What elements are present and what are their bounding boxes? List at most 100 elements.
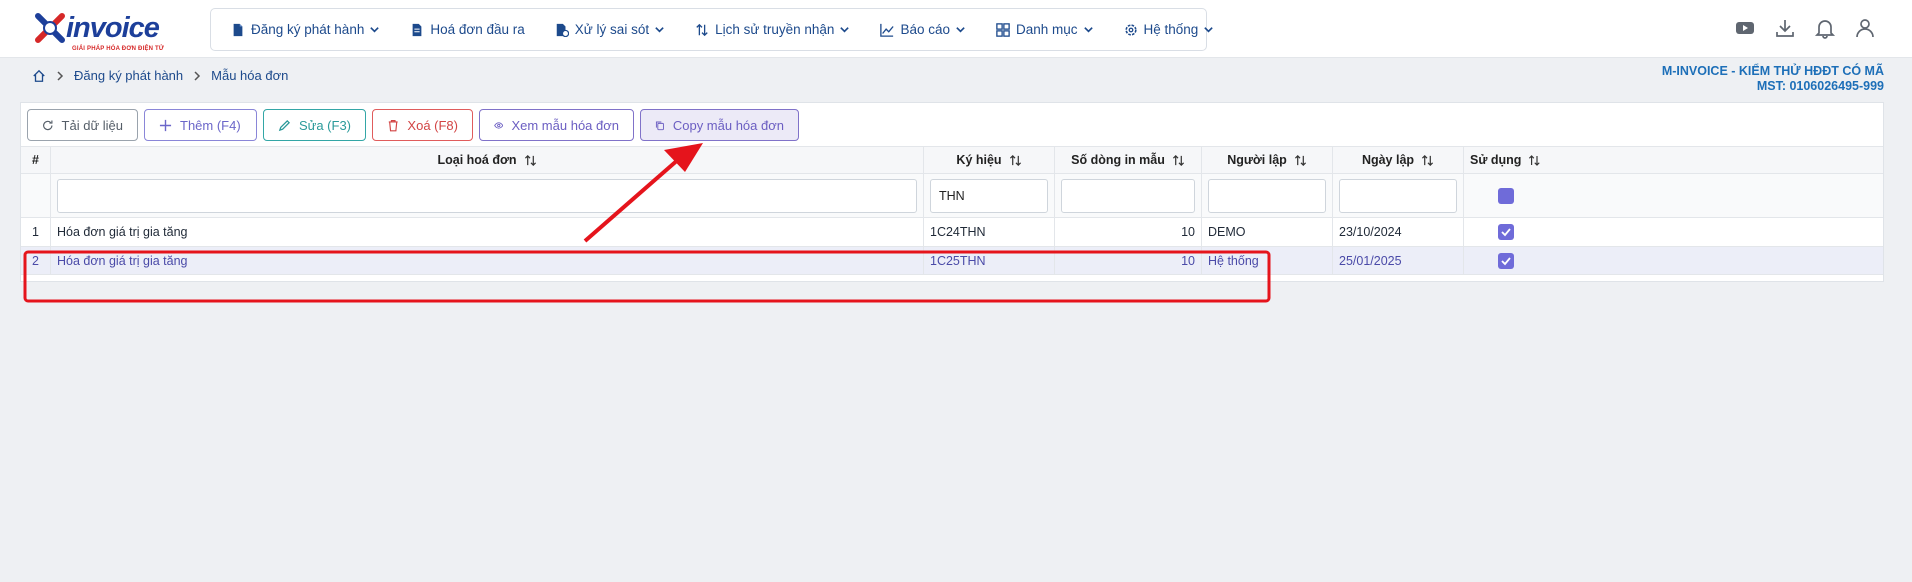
sort-icon [1009,154,1021,166]
annotation-overlay [23,143,1271,303]
in-use-checkbox[interactable] [1497,252,1514,269]
nav-label: Danh mục [1015,22,1078,37]
filter-lines-input[interactable] [1061,178,1195,213]
main-nav: Đăng ký phát hành Hoá đơn đầu ra Xử lý s… [210,8,1214,51]
header-label: Số dòng in mẫu [1071,153,1165,167]
column-header-type[interactable]: Loại hoá đơn [51,147,924,174]
logo-text: invoice [66,12,160,44]
chevron-down-icon [1083,27,1093,33]
cell-lines: 10 [1055,218,1202,247]
app-logo[interactable]: invoice GIẢI PHÁP HÓA ĐƠN ĐIỆN TỬ [32,10,172,52]
cell-lines: 10 [1055,247,1202,275]
filter-cell-date [1333,174,1464,218]
logo-tagline: GIẢI PHÁP HÓA ĐƠN ĐIỆN TỬ [72,46,165,52]
company-info: M-INVOICE - KIỂM THỬ HĐĐT CÓ MÃ MST: 010… [1662,64,1884,94]
table-header: # Loại hoá đơn Ký hiệu Số dòng in mẫu Ng… [21,146,1883,174]
company-name: M-INVOICE - KIỂM THỬ HĐĐT CÓ MÃ [1661,64,1884,78]
filter-date-input[interactable] [1339,178,1457,213]
nav-label: Lịch sử truyền nhận [715,22,835,37]
column-header-lines[interactable]: Số dòng in mẫu [1055,147,1202,174]
nav-item-transmission-history[interactable]: Lịch sử truyền nhận [695,22,850,37]
reload-button[interactable]: Tải dữ liệu [27,109,138,141]
chevron-down-icon [370,27,380,33]
check-icon [1500,256,1511,265]
download-icon[interactable] [1774,17,1796,39]
nav-item-catalog[interactable]: Danh mục [996,22,1094,37]
delete-button[interactable]: Xoá (F8) [372,109,473,141]
home-icon[interactable] [32,69,46,83]
cell-index: 2 [21,247,51,275]
add-label: Thêm (F4) [180,117,241,133]
nav-item-reports[interactable]: Báo cáo [880,22,966,37]
cell-index: 1 [21,218,51,247]
filter-row [21,174,1883,218]
filter-cell-symbol [924,174,1055,218]
nav-label: Xử lý sai sót [574,22,650,37]
sort-arrows-icon [696,23,708,36]
copy-template-label: Copy mẫu hóa đơn [672,117,784,133]
sort-icon [1172,154,1184,166]
column-header-index: # [21,147,51,174]
header-label: Loại hoá đơn [437,153,517,167]
chevron-right-icon [57,70,64,81]
header-label: Sử dụng [1470,153,1522,167]
edit-button[interactable]: Sửa (F3) [263,109,366,141]
plus-icon [159,119,172,131]
filter-cell-in-use [1464,174,1547,218]
nav-label: Hệ thống [1143,22,1199,37]
column-header-date[interactable]: Ngày lập [1333,147,1464,174]
chevron-down-icon [840,27,850,33]
bell-icon[interactable] [1814,17,1836,39]
content-panel: Tải dữ liệu Thêm (F4) Sửa (F3) Xoá (F8) … [20,102,1884,282]
eye-icon [494,121,504,129]
check-icon [1500,228,1511,237]
cell-date: 25/01/2025 [1333,247,1464,275]
table-row-selected[interactable]: 2 Hóa đơn giá trị gia tăng 1C25THN 10 Hệ… [21,247,1883,275]
document-edit-icon [556,23,569,37]
filter-in-use-checkbox[interactable] [1497,187,1514,204]
user-icon[interactable] [1854,17,1876,39]
sort-icon [524,154,536,166]
column-header-symbol[interactable]: Ký hiệu [924,147,1055,174]
cell-type: Hóa đơn giá trị gia tăng [51,247,924,275]
view-template-label: Xem mẫu hóa đơn [511,117,619,133]
chevron-down-icon [956,27,965,33]
add-button[interactable]: Thêm (F4) [144,109,257,141]
nav-item-system[interactable]: Hệ thống [1124,22,1215,37]
breadcrumb-item-registration[interactable]: Đăng ký phát hành [74,68,183,83]
breadcrumb: Đăng ký phát hành Mẫu hóa đơn [32,68,288,83]
filter-creator-input[interactable] [1208,178,1326,213]
in-use-checkbox[interactable] [1497,224,1514,240]
cell-date: 23/10/2024 [1333,218,1464,247]
filter-cell-type [51,174,924,218]
youtube-icon[interactable] [1734,17,1756,39]
cell-creator: Hệ thống [1202,247,1333,275]
cell-in-use [1464,218,1547,247]
nav-item-registration[interactable]: Đăng ký phát hành [231,22,380,37]
reload-label: Tải dữ liệu [61,117,123,133]
copy-template-button[interactable]: Copy mẫu hóa đơn [640,109,799,141]
cell-symbol: 1C25THN [924,247,1055,275]
column-header-in-use[interactable]: Sử dụng [1464,147,1547,174]
view-template-button[interactable]: Xem mẫu hóa đơn [479,109,634,141]
nav-item-output-invoices[interactable]: Hoá đơn đầu ra [410,22,525,37]
edit-label: Sửa (F3) [298,117,351,133]
filter-cell-lines [1055,174,1202,218]
column-header-creator[interactable]: Người lập [1202,147,1333,174]
nav-label: Báo cáo [900,22,950,37]
sort-icon [1294,154,1306,166]
header-label: Ký hiệu [956,153,1002,167]
header-label: Người lập [1227,153,1287,167]
chevron-right-icon [194,70,201,81]
table-filler [1547,247,1883,275]
cell-symbol: 1C24THN [924,218,1055,247]
cell-type: Hóa đơn giá trị gia tăng [51,218,924,247]
nav-item-error-handling[interactable]: Xử lý sai sót [555,22,665,37]
filter-symbol-input[interactable] [930,178,1048,213]
filter-type-input[interactable] [57,178,917,213]
nav-label: Đăng ký phát hành [251,22,365,37]
table-row[interactable]: 1 Hóa đơn giá trị gia tăng 1C24THN 10 DE… [21,218,1883,247]
header-label: Ngày lập [1361,153,1415,167]
filter-cell-index [21,174,51,218]
header-actions [1716,17,1876,39]
